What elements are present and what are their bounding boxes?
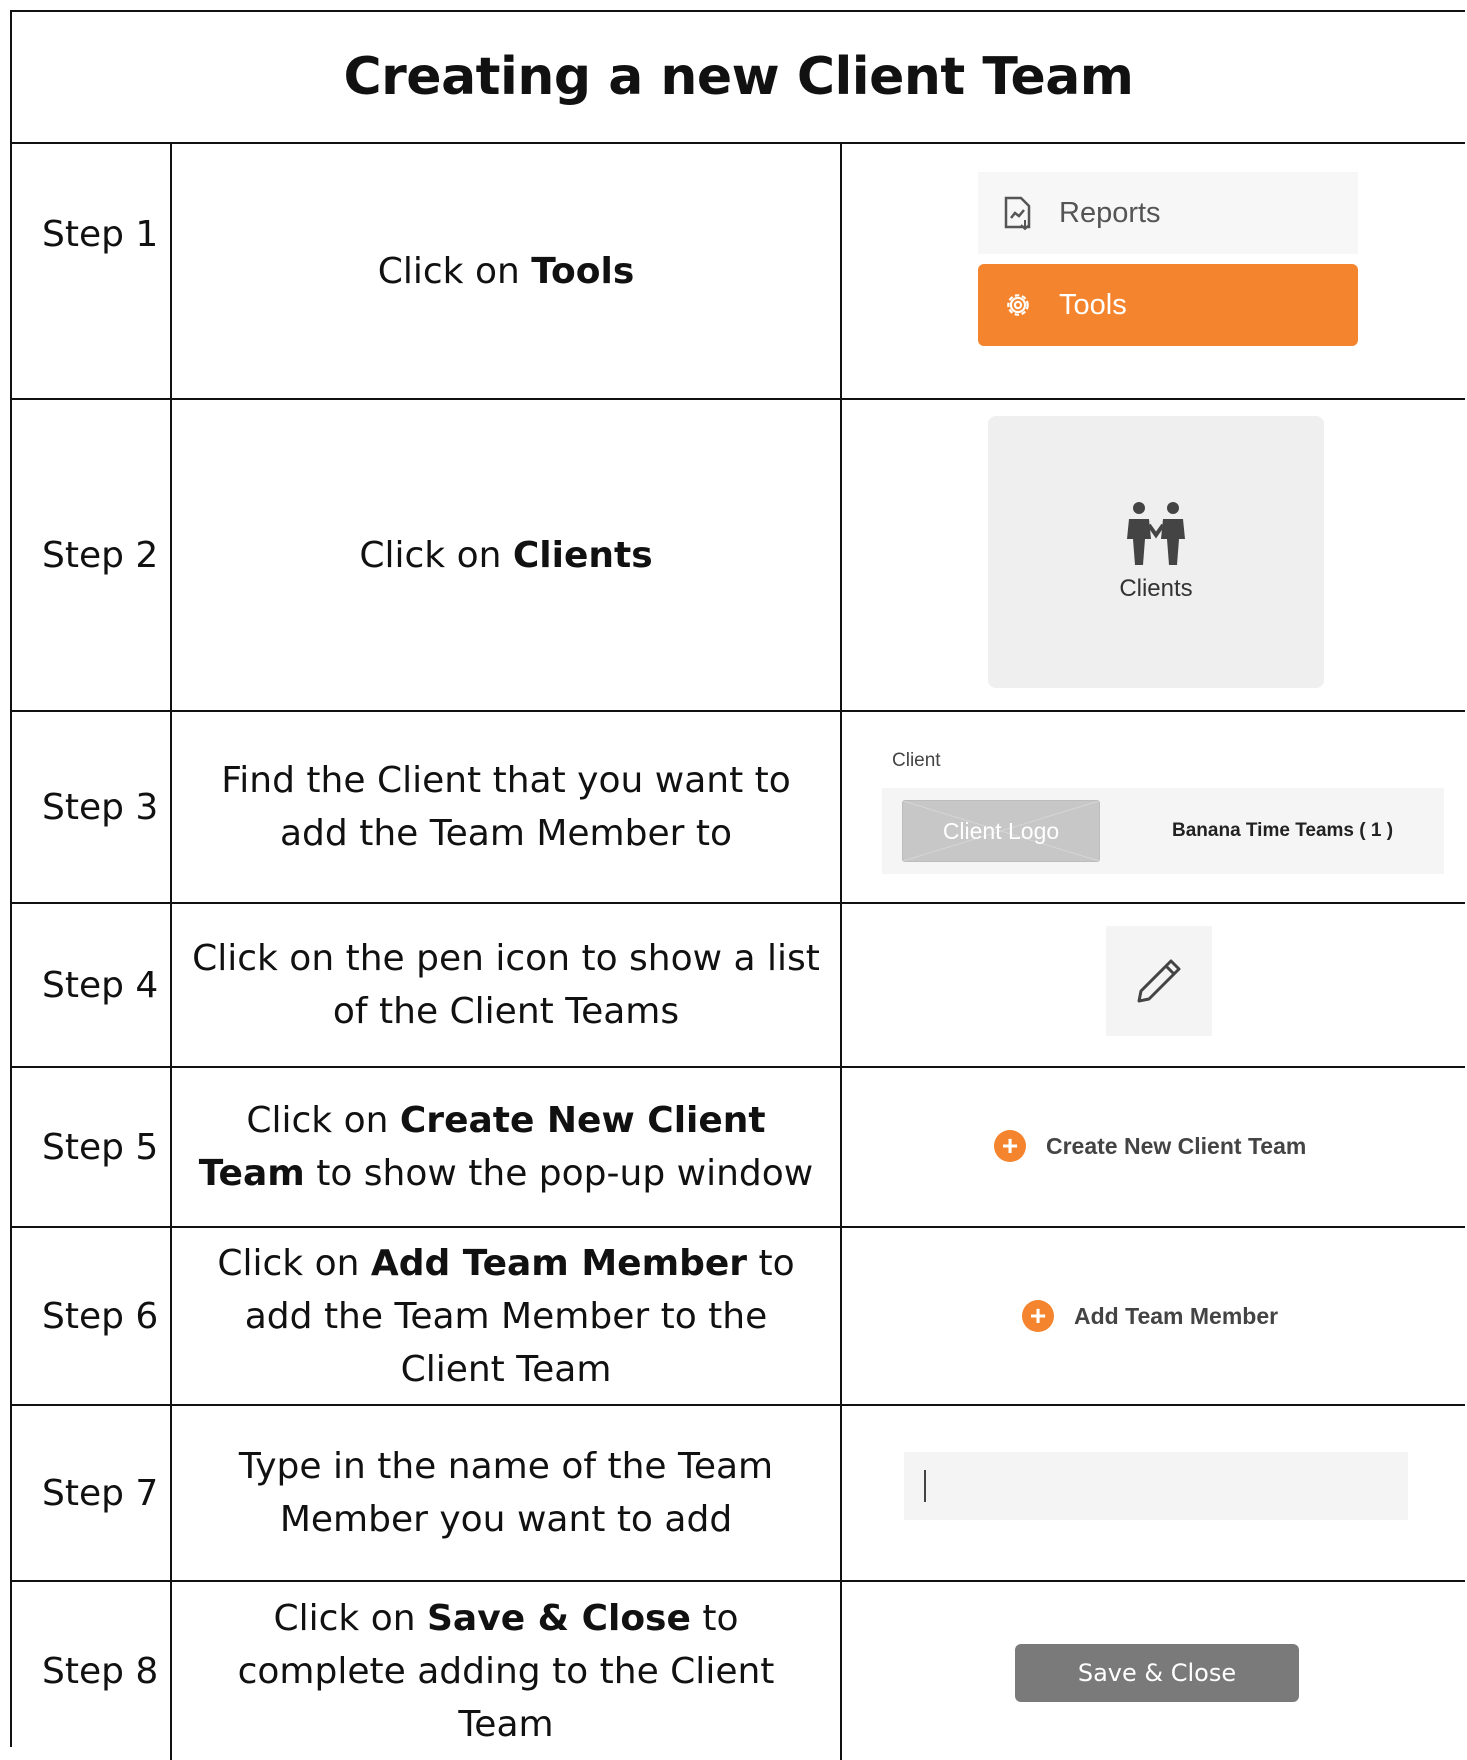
- step-row-6: Step 6 Click on Add Team Member to add t…: [12, 1228, 1465, 1406]
- step-row-1: Step 1 Click on Tools Reports Tools: [12, 144, 1465, 400]
- desc-bold: Save & Close: [427, 1597, 691, 1639]
- step-label: Step 7: [12, 1406, 172, 1580]
- step-row-5: Step 5 Click on Create New Client Team t…: [12, 1068, 1465, 1228]
- desc-bold: Tools: [531, 250, 635, 292]
- reports-menu-item[interactable]: Reports: [978, 172, 1358, 254]
- step-visual: + Add Team Member: [842, 1228, 1465, 1404]
- step-visual: Reports Tools: [842, 144, 1465, 398]
- step-label: Step 6: [12, 1228, 172, 1404]
- desc-bold: Add Team Member: [370, 1242, 748, 1284]
- desc-text: Click on: [217, 1242, 371, 1284]
- add-team-member-button[interactable]: + Add Team Member: [1022, 1300, 1278, 1332]
- tools-label: Tools: [1059, 288, 1127, 321]
- step-row-8: Step 8 Click on Save & Close to complete…: [12, 1582, 1465, 1760]
- step-visual: + Create New Client Team: [842, 1068, 1465, 1226]
- title-row: Creating a new Client Team: [12, 12, 1465, 144]
- desc-text: Click on: [273, 1597, 427, 1639]
- client-team-name: Banana Time Teams ( 1 ): [1172, 820, 1394, 841]
- step-description: Click on Clients: [172, 400, 842, 710]
- step-visual: [842, 1406, 1465, 1580]
- step-row-4: Step 4 Click on the pen icon to show a l…: [12, 904, 1465, 1068]
- page-title: Creating a new Client Team: [343, 47, 1134, 107]
- step-visual: Clients: [842, 400, 1465, 710]
- clients-label: Clients: [1119, 575, 1193, 602]
- step-label: Step 5: [12, 1068, 172, 1226]
- step-label: Step 1: [12, 144, 172, 398]
- desc-text: Click on: [359, 534, 513, 576]
- step-label: Step 2: [12, 400, 172, 710]
- step-description: Click on the pen icon to show a list of …: [172, 904, 842, 1066]
- client-field-label: Client: [892, 750, 941, 771]
- clients-tile[interactable]: Clients: [988, 416, 1324, 688]
- create-team-label: Create New Client Team: [1046, 1132, 1307, 1159]
- tools-menu-item[interactable]: Tools: [978, 264, 1358, 346]
- pen-icon: [1137, 959, 1181, 1003]
- reports-label: Reports: [1059, 196, 1161, 229]
- gear-icon: [1007, 294, 1029, 316]
- step-visual: Save & Close: [842, 1582, 1465, 1760]
- desc-bold: Clients: [512, 534, 653, 576]
- add-member-label: Add Team Member: [1074, 1302, 1279, 1329]
- people-icon: [1127, 502, 1185, 565]
- step-row-7: Step 7 Type in the name of the Team Memb…: [12, 1406, 1465, 1582]
- step-description: Type in the name of the Team Member you …: [172, 1406, 842, 1580]
- client-logo-text: Client Logo: [942, 817, 1060, 844]
- instruction-table: Creating a new Client Team Step 1 Click …: [10, 10, 1465, 1760]
- step-description: Click on Tools: [172, 144, 842, 398]
- plus-circle-icon: +: [994, 1130, 1026, 1162]
- client-row[interactable]: Client Logo Banana Time Teams ( 1 ): [882, 788, 1444, 874]
- step-visual: [842, 904, 1465, 1066]
- desc-text: to show the pop-up window: [304, 1153, 814, 1194]
- desc-text: Click on: [246, 1100, 400, 1141]
- step-row-3: Step 3 Find the Client that you want to …: [12, 712, 1465, 904]
- step-description: Click on Add Team Member to add the Team…: [172, 1228, 842, 1404]
- save-close-button[interactable]: Save & Close: [1015, 1644, 1299, 1702]
- client-logo: Client Logo: [902, 800, 1100, 862]
- step-visual: Client Client Logo Banana Time Teams ( 1…: [842, 712, 1465, 902]
- step-label: Step 8: [12, 1582, 172, 1760]
- step-description: Find the Client that you want to add the…: [172, 712, 842, 902]
- team-member-name-input[interactable]: [904, 1452, 1408, 1520]
- step-description: Click on Save & Close to complete adding…: [172, 1582, 842, 1760]
- step-row-2: Step 2 Click on Clients Clients: [12, 400, 1465, 712]
- text-cursor: [924, 1470, 926, 1502]
- create-new-client-team-button[interactable]: + Create New Client Team: [994, 1130, 1306, 1162]
- plus-circle-icon: +: [1022, 1300, 1054, 1332]
- step-label: Step 3: [12, 712, 172, 902]
- desc-text: Click on: [377, 250, 532, 292]
- edit-button[interactable]: [1106, 926, 1212, 1036]
- report-icon: [1004, 196, 1031, 230]
- step-description: Click on Create New Client Team to show …: [172, 1068, 842, 1226]
- step-label: Step 4: [12, 904, 172, 1066]
